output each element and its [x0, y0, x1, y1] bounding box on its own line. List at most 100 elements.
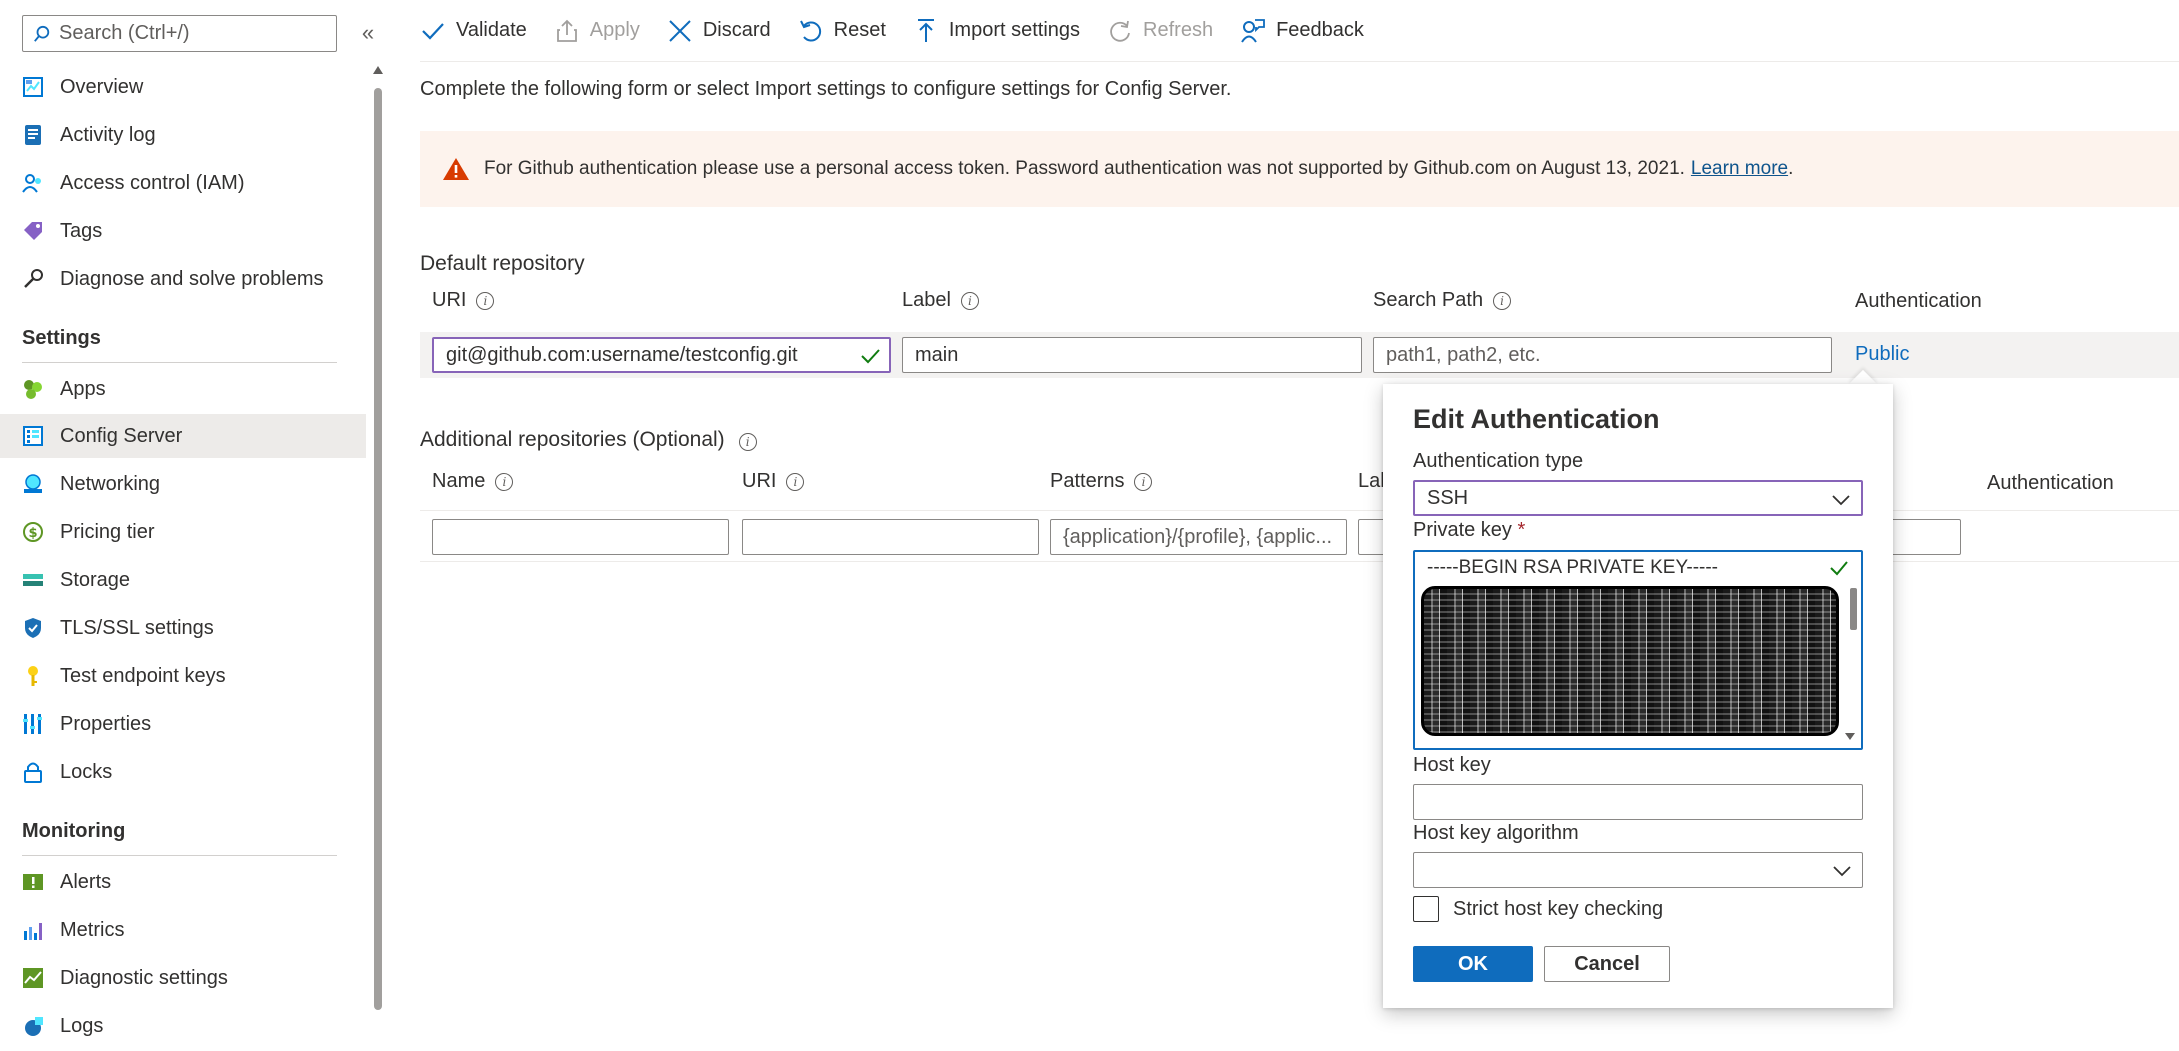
- private-key-textarea[interactable]: -----BEGIN RSA PRIVATE KEY-----: [1413, 550, 1863, 750]
- valid-check-icon: [1830, 561, 1848, 576]
- scroll-down-arrow-icon[interactable]: [1845, 733, 1855, 740]
- sidebar-item-storage[interactable]: Storage: [0, 558, 366, 602]
- banner-period: .: [1788, 158, 1794, 179]
- apply-label: Apply: [589, 19, 640, 41]
- divider: [420, 510, 2179, 511]
- info-icon[interactable]: i: [786, 472, 805, 491]
- sidebar-item-properties[interactable]: Properties: [0, 702, 366, 746]
- pricing-icon: $: [22, 521, 44, 543]
- dialog-title: Edit Authentication: [1413, 404, 1660, 434]
- info-icon[interactable]: i: [738, 433, 757, 451]
- sidebar-scrollbar[interactable]: [374, 88, 382, 1010]
- search-path-field[interactable]: path1, path2, etc.: [1373, 337, 1832, 373]
- col-header-name: Name i: [432, 470, 514, 493]
- valid-check-icon: [861, 349, 880, 364]
- col-header-text: Name: [432, 470, 486, 492]
- default-repository-title: Default repository: [420, 252, 585, 275]
- refresh-icon: [1110, 20, 1130, 42]
- sidebar-item-label: Logs: [60, 1014, 104, 1037]
- key-icon: [22, 665, 44, 687]
- sidebar-item-networking[interactable]: Networking: [0, 462, 366, 506]
- redacted-key-content: [1421, 586, 1839, 736]
- reset-icon: [799, 20, 821, 41]
- import-settings-button[interactable]: Import settings: [913, 18, 1080, 44]
- apply-button[interactable]: Apply: [554, 18, 640, 44]
- info-icon[interactable]: i: [960, 291, 979, 310]
- additional-uri-field[interactable]: [742, 519, 1039, 555]
- col-header-text: URI: [432, 289, 467, 311]
- sidebar-item-diagnostic-settings[interactable]: Diagnostic settings: [0, 956, 366, 1000]
- sidebar-item-test-endpoint-keys[interactable]: Test endpoint keys: [0, 654, 366, 698]
- host-key-algorithm-dropdown[interactable]: [1413, 852, 1863, 888]
- alert-icon: [22, 871, 44, 893]
- feedback-button[interactable]: Feedback: [1240, 18, 1364, 44]
- divider: [420, 561, 2179, 562]
- sidebar-item-config-server[interactable]: Config Server: [0, 414, 366, 458]
- additional-name-field[interactable]: [432, 519, 729, 555]
- upload-icon: [556, 19, 577, 42]
- info-icon[interactable]: i: [1134, 472, 1153, 491]
- col-header-text: URI: [742, 470, 777, 492]
- learn-more-link[interactable]: Learn more: [1691, 158, 1788, 180]
- info-icon[interactable]: i: [476, 291, 495, 310]
- textarea-scrollbar[interactable]: [1850, 588, 1857, 630]
- collapse-sidebar-icon[interactable]: «: [356, 20, 380, 46]
- sidebar-item-activity-log[interactable]: Activity log: [0, 113, 366, 157]
- auth-type-dropdown[interactable]: SSH: [1413, 480, 1863, 516]
- info-icon[interactable]: i: [1493, 291, 1512, 310]
- sidebar-item-apps[interactable]: Apps: [0, 367, 366, 411]
- upload-arrow-icon: [917, 18, 934, 42]
- reset-button[interactable]: Reset: [798, 18, 886, 44]
- lock-icon: [22, 761, 44, 783]
- sidebar-item-tags[interactable]: Tags: [0, 209, 366, 253]
- strict-host-key-checking[interactable]: Strict host key checking: [1413, 896, 1663, 922]
- discard-button[interactable]: Discard: [667, 18, 771, 44]
- intro-text: Complete the following form or select Im…: [420, 78, 1232, 100]
- info-icon[interactable]: i: [495, 472, 514, 491]
- search-input[interactable]: [59, 22, 309, 45]
- col-header-authentication: Authentication: [1855, 290, 1982, 313]
- sidebar-item-label: Apps: [60, 377, 106, 400]
- sidebar-item-alerts[interactable]: Alerts: [0, 860, 366, 904]
- search-icon: [34, 25, 50, 42]
- sidebar-item-overview[interactable]: Overview: [0, 65, 366, 109]
- sidebar-item-pricing-tier[interactable]: $ Pricing tier: [0, 510, 366, 554]
- sidebar-item-logs[interactable]: Logs: [0, 1004, 366, 1048]
- host-key-input[interactable]: [1413, 784, 1863, 820]
- col-header-text: Lal: [1358, 470, 1385, 492]
- sidebar-item-tls-ssl[interactable]: TLS/SSL settings: [0, 606, 366, 650]
- divider: [22, 855, 337, 856]
- sidebar-item-label: Config Server: [60, 424, 183, 447]
- wrench-icon: [22, 268, 44, 290]
- validate-button[interactable]: Validate: [420, 18, 527, 44]
- search-box[interactable]: [22, 15, 337, 52]
- authentication-public-link[interactable]: Public: [1855, 343, 1909, 366]
- sidebar-item-diagnose[interactable]: Diagnose and solve problems: [0, 257, 366, 301]
- validate-label: Validate: [456, 19, 527, 41]
- sidebar-item-label: Networking: [60, 472, 161, 495]
- uri-field[interactable]: git@github.com:username/testconfig.git: [432, 337, 891, 373]
- sidebar-item-label: Properties: [60, 712, 152, 735]
- col-header-text: Authentication: [1855, 290, 1982, 312]
- feedback-icon: [1241, 18, 1265, 43]
- scroll-up-arrow-icon[interactable]: [373, 66, 383, 74]
- ok-button[interactable]: OK: [1413, 946, 1533, 982]
- feedback-label: Feedback: [1276, 19, 1364, 41]
- patterns-field[interactable]: {application}/{profile}, {applic...: [1050, 519, 1347, 555]
- col-header-text: Authentication: [1987, 472, 2114, 494]
- label-field[interactable]: main: [902, 337, 1362, 373]
- strict-checkbox[interactable]: [1413, 896, 1439, 922]
- sidebar-item-label: TLS/SSL settings: [60, 616, 214, 639]
- sidebar-item-label: Metrics: [60, 918, 125, 941]
- sidebar-item-label: Storage: [60, 568, 131, 591]
- auth-type-label: Authentication type: [1413, 450, 1584, 472]
- discard-label: Discard: [702, 19, 771, 41]
- sidebar-item-metrics[interactable]: Metrics: [0, 908, 366, 952]
- cancel-button[interactable]: Cancel: [1544, 946, 1670, 982]
- host-key-algorithm-label: Host key algorithm: [1413, 822, 1579, 844]
- sidebar-item-access-control[interactable]: Access control (IAM): [0, 161, 366, 205]
- sidebar-item-locks[interactable]: Locks: [0, 750, 366, 794]
- logs-icon: [22, 1015, 44, 1037]
- sidebar-item-label: Pricing tier: [60, 520, 155, 543]
- refresh-button[interactable]: Refresh: [1107, 18, 1213, 44]
